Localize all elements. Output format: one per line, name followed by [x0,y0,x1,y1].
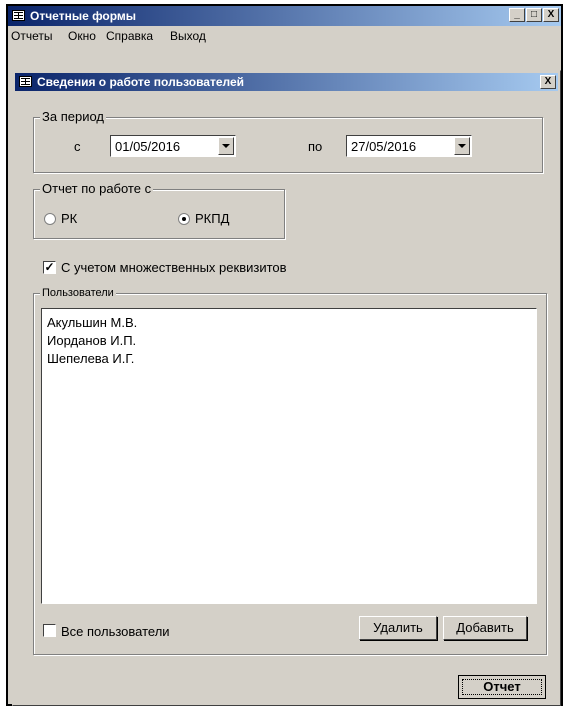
add-button[interactable]: Добавить [443,616,527,640]
list-item[interactable]: Иорданов И.П. [47,333,136,348]
chevron-down-icon[interactable] [454,137,470,155]
report-button[interactable]: Отчет [458,675,546,699]
list-item[interactable]: Акульшин М.В. [47,315,137,330]
users-group: Пользователи Акульшин М.В. Иорданов И.П.… [33,287,547,655]
to-date-combo[interactable]: 27/05/2016 [346,135,472,157]
multi-requisites-label[interactable]: С учетом множественных реквизитов [61,260,287,275]
all-users-label[interactable]: Все пользователи [61,624,170,639]
radio-rkpd-label[interactable]: РКПД [195,211,229,226]
report-button-label: Отчет [462,679,542,695]
menu-item-window[interactable]: Окно [68,29,96,43]
from-date-combo[interactable]: 01/05/2016 [110,135,236,157]
chevron-down-icon[interactable] [218,137,234,155]
report-on-legend: Отчет по работе с [40,181,154,196]
radio-rkpd[interactable] [178,213,190,225]
period-legend: За период [40,109,106,124]
menu-bar: Отчеты Окно Справка Выход [8,26,561,46]
form-icon[interactable] [12,10,25,21]
to-date-value: 27/05/2016 [351,139,417,154]
window-title: Отчетные формы [30,9,137,23]
dialog-titlebar[interactable]: Сведения о работе пользователей X [15,73,558,91]
users-legend: Пользователи [40,287,116,299]
dialog-close-button[interactable]: X [540,75,556,89]
main-window: Отчетные формы _ □ X Отчеты Окно Справка… [6,4,563,706]
from-date-value: 01/05/2016 [115,139,181,154]
from-label: с [74,139,81,154]
menu-item-help[interactable]: Справка [106,29,153,43]
user-activity-dialog: Сведения о работе пользователей X За пер… [12,70,561,706]
radio-rk[interactable] [44,213,56,225]
list-item[interactable]: Шепелева И.Г. [47,351,134,366]
minimize-button[interactable]: _ [509,8,525,22]
menu-item-exit[interactable]: Выход [170,29,206,43]
radio-rk-label[interactable]: РК [61,211,77,226]
all-users-checkbox[interactable] [43,624,56,637]
users-listbox[interactable]: Акульшин М.В. Иорданов И.П. Шепелева И.Г… [41,308,537,604]
delete-button[interactable]: Удалить [359,616,437,640]
multi-requisites-checkbox[interactable]: ✓ [43,261,56,274]
dialog-title: Сведения о работе пользователей [37,75,245,89]
form-icon[interactable] [19,76,32,87]
to-label: по [308,139,323,154]
menu-item-reports[interactable]: Отчеты [11,29,52,43]
main-titlebar[interactable]: Отчетные формы _ □ X [8,6,561,26]
maximize-button[interactable]: □ [526,8,542,22]
close-button[interactable]: X [543,8,559,22]
period-group: За период с 01/05/2016 по 27/05/2016 [33,109,543,173]
report-on-group: Отчет по работе с РК РКПД [33,181,285,239]
